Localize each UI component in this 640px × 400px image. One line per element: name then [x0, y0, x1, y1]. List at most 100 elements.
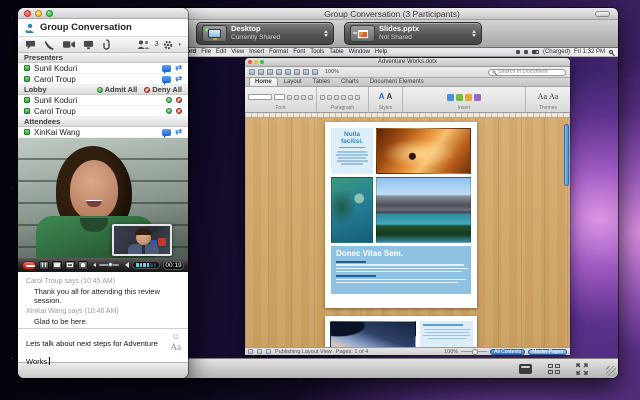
call-icon[interactable]: [44, 40, 55, 50]
fullscreen-expand-icon[interactable]: [576, 363, 588, 375]
menu-file[interactable]: File: [201, 49, 211, 55]
align-left-button[interactable]: [320, 95, 325, 100]
theme-colors-icon[interactable]: Aa: [549, 93, 558, 101]
deny-all-button[interactable]: Deny All: [144, 85, 182, 94]
reorder-button[interactable]: [474, 94, 481, 101]
stage-titlebar[interactable]: Group Conversation (3 Participants): [166, 8, 618, 20]
menu-table[interactable]: Table: [329, 49, 343, 55]
conversation-titlebar[interactable]: [18, 8, 188, 19]
toolbar-icon[interactable]: [285, 69, 291, 75]
text-box-button[interactable]: [447, 94, 454, 101]
tab-tables[interactable]: Tables: [308, 78, 335, 86]
grid-view-icon[interactable]: [548, 364, 560, 374]
screen-view-icon[interactable]: [519, 364, 532, 374]
deny-button[interactable]: [176, 108, 182, 114]
all-contents-button[interactable]: All Contents: [490, 349, 525, 355]
attach-icon[interactable]: [102, 39, 111, 50]
admit-button[interactable]: [166, 97, 172, 103]
styles-icon[interactable]: A: [379, 93, 385, 101]
bold-button[interactable]: [287, 95, 292, 100]
menu-view[interactable]: View: [231, 49, 244, 55]
master-pages-button[interactable]: Master Pages: [528, 349, 567, 355]
menu-edit[interactable]: Edit: [216, 49, 226, 55]
spotlight-icon[interactable]: [609, 50, 613, 54]
mute-button[interactable]: [78, 261, 88, 270]
gear-icon[interactable]: [163, 40, 173, 50]
italic-button[interactable]: [294, 95, 299, 100]
shape-button[interactable]: [456, 94, 463, 101]
view-button[interactable]: [248, 349, 253, 354]
indent-button[interactable]: [355, 95, 360, 100]
im-bubble-icon[interactable]: [162, 129, 171, 136]
tab-document-elements[interactable]: Document Elements: [365, 78, 429, 86]
toolbar-icon[interactable]: [267, 69, 273, 75]
toolbar-icon[interactable]: [258, 69, 264, 75]
gear-dropdown-arrow[interactable]: ▾: [178, 42, 181, 48]
zoom-button[interactable]: [46, 10, 53, 17]
numbering-button[interactable]: [348, 95, 353, 100]
message-composer[interactable]: Lets talk about next steps for Adventure…: [18, 328, 188, 362]
font-name-dropdown[interactable]: [248, 94, 272, 100]
font-size-dropdown[interactable]: [274, 94, 285, 100]
share-slides-button[interactable]: Slides.pptx Not Shared: [344, 22, 482, 45]
bullets-button[interactable]: [341, 95, 346, 100]
participant-row[interactable]: Carol Troup ⇄: [18, 74, 188, 85]
im-icon[interactable]: [25, 40, 36, 50]
screen-button[interactable]: [65, 261, 75, 270]
im-bubble-icon[interactable]: [162, 65, 171, 72]
participants-icon[interactable]: [137, 40, 150, 49]
admit-all-button[interactable]: Admit All: [97, 85, 138, 94]
share-screen-icon[interactable]: [83, 40, 94, 50]
styles-icon[interactable]: A: [387, 93, 393, 101]
document-search-field[interactable]: Search in Document: [488, 69, 566, 76]
close-button[interactable]: [24, 10, 31, 17]
zoom-slider[interactable]: [461, 351, 487, 353]
toolbar-icon[interactable]: [294, 69, 300, 75]
menu-insert[interactable]: Insert: [249, 49, 264, 55]
chat-history[interactable]: Carol Troup says (10:45 AM) Thank you al…: [18, 272, 188, 328]
align-right-button[interactable]: [334, 95, 339, 100]
underline-button[interactable]: [301, 95, 306, 100]
view-mode-label[interactable]: Publishing Layout View: [275, 349, 332, 355]
toolbar-icon[interactable]: [312, 69, 318, 75]
video-icon[interactable]: [63, 40, 75, 49]
zoom-level[interactable]: 100%: [325, 69, 339, 75]
minimize-button[interactable]: [35, 10, 42, 17]
im-bubble-icon[interactable]: [162, 76, 171, 83]
swap-arrows-icon[interactable]: ⇄: [175, 64, 182, 72]
swap-arrows-icon[interactable]: ⇄: [175, 75, 182, 83]
toolbar-icon[interactable]: [249, 69, 255, 75]
menu-tools[interactable]: Tools: [310, 49, 324, 55]
menu-font[interactable]: Font: [293, 49, 305, 55]
self-video-preview[interactable]: [112, 224, 172, 256]
menu-format[interactable]: Format: [269, 49, 288, 55]
format-text-button[interactable]: Aa: [171, 343, 182, 352]
view-button[interactable]: [257, 349, 262, 354]
toolbar-icon[interactable]: [276, 69, 282, 75]
admit-button[interactable]: [166, 108, 172, 114]
menu-window[interactable]: Window: [349, 49, 370, 55]
camera-button[interactable]: [52, 261, 62, 270]
lobby-row[interactable]: Carol Troup: [18, 106, 188, 117]
deny-button[interactable]: [176, 97, 182, 103]
menubar-status-icon[interactable]: [516, 50, 520, 54]
participant-row[interactable]: Sunil Koduri ⇄: [18, 63, 188, 74]
hold-button[interactable]: [39, 261, 49, 270]
tab-home[interactable]: Home: [249, 77, 278, 86]
view-button[interactable]: [266, 349, 271, 354]
themes-icon[interactable]: Aa: [538, 93, 547, 101]
participant-row[interactable]: XinKai Wang ⇄: [18, 127, 188, 138]
scrollbar-thumb[interactable]: [564, 124, 569, 186]
end-call-button[interactable]: [22, 261, 36, 270]
tab-charts[interactable]: Charts: [336, 78, 364, 86]
emoticon-button[interactable]: ☺: [171, 332, 180, 341]
volume-slider[interactable]: [99, 264, 119, 266]
word-titlebar[interactable]: Adventure Works.dotx: [245, 58, 570, 67]
toolbar-icon[interactable]: [303, 69, 309, 75]
menubar-display-icon[interactable]: [524, 50, 528, 54]
font-color-button[interactable]: [308, 95, 313, 100]
resize-grip[interactable]: [606, 366, 616, 376]
tab-layout[interactable]: Layout: [279, 78, 307, 86]
share-desktop-button[interactable]: Desktop Currently Shared: [196, 22, 334, 45]
toolbar-toggle-button[interactable]: [595, 11, 610, 17]
